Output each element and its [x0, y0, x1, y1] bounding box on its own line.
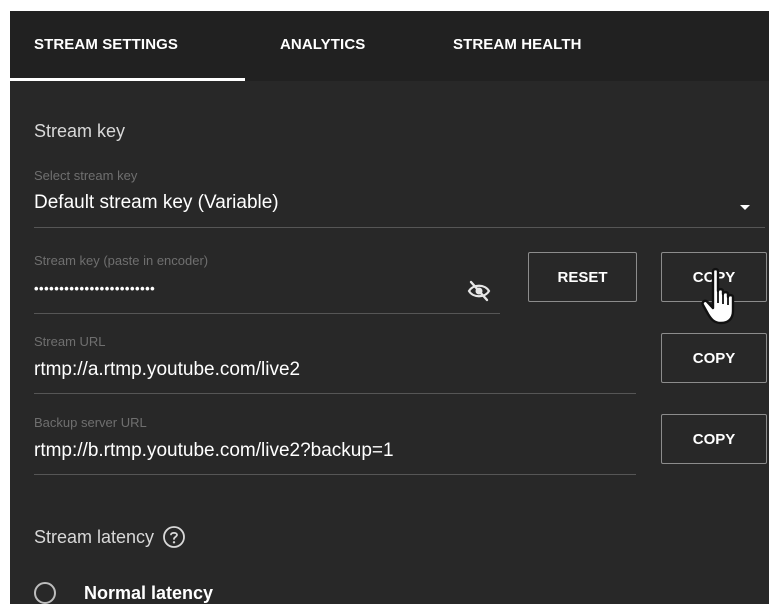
stream-latency-heading: Stream latency [34, 526, 155, 547]
radio-unchecked-icon [34, 582, 56, 604]
backup-url-underline [34, 474, 636, 475]
stream-key-heading: Stream key [34, 121, 126, 141]
stream-key-label: Stream key (paste in encoder) [34, 253, 209, 268]
tab-stream-health[interactable]: STREAM HEALTH [453, 36, 582, 56]
stream-url-value: rtmp://a.rtmp.youtube.com/live2 [34, 359, 301, 380]
reset-button[interactable]: RESET [528, 252, 637, 302]
latency-option-normal-label: Normal latency [84, 582, 214, 603]
copy-stream-key-button[interactable]: COPY [661, 252, 767, 302]
latency-option-normal[interactable]: Normal latency [34, 581, 213, 604]
backup-url-field[interactable]: Backup server URL rtmp://b.rtmp.youtube.… [34, 413, 636, 477]
tab-bar: STREAM SETTINGS ANALYTICS STREAM HEALTH [10, 11, 769, 81]
tab-analytics[interactable]: ANALYTICS [280, 36, 365, 56]
backup-url-label: Backup server URL [34, 415, 147, 430]
backup-url-value: rtmp://b.rtmp.youtube.com/live2?backup=1 [34, 440, 394, 461]
copy-stream-url-button[interactable]: COPY [661, 333, 767, 383]
dropdown-underline [34, 227, 765, 228]
select-stream-key-dropdown[interactable]: Select stream key Default stream key (Va… [34, 165, 769, 229]
chevron-down-icon [740, 205, 750, 210]
stream-key-underline [34, 313, 500, 314]
active-tab-indicator [10, 78, 245, 81]
stream-url-underline [34, 393, 636, 394]
stream-url-label: Stream URL [34, 334, 106, 349]
stream-key-field[interactable]: Stream key (paste in encoder) ••••••••••… [34, 251, 500, 315]
tab-stream-settings[interactable]: STREAM SETTINGS [34, 36, 178, 56]
select-stream-key-value: Default stream key (Variable) [34, 192, 279, 213]
stream-key-masked-value: •••••••••••••••••••••••• [34, 281, 156, 296]
copy-backup-url-button[interactable]: COPY [661, 414, 767, 464]
stream-url-field[interactable]: Stream URL rtmp://a.rtmp.youtube.com/liv… [34, 332, 636, 396]
stream-latency-heading-row: Stream latency [34, 524, 186, 550]
stream-settings-panel: STREAM SETTINGS ANALYTICS STREAM HEALTH … [10, 11, 769, 604]
select-stream-key-label: Select stream key [34, 168, 138, 183]
eye-off-icon[interactable] [466, 279, 492, 303]
help-circle-icon[interactable] [162, 525, 186, 549]
